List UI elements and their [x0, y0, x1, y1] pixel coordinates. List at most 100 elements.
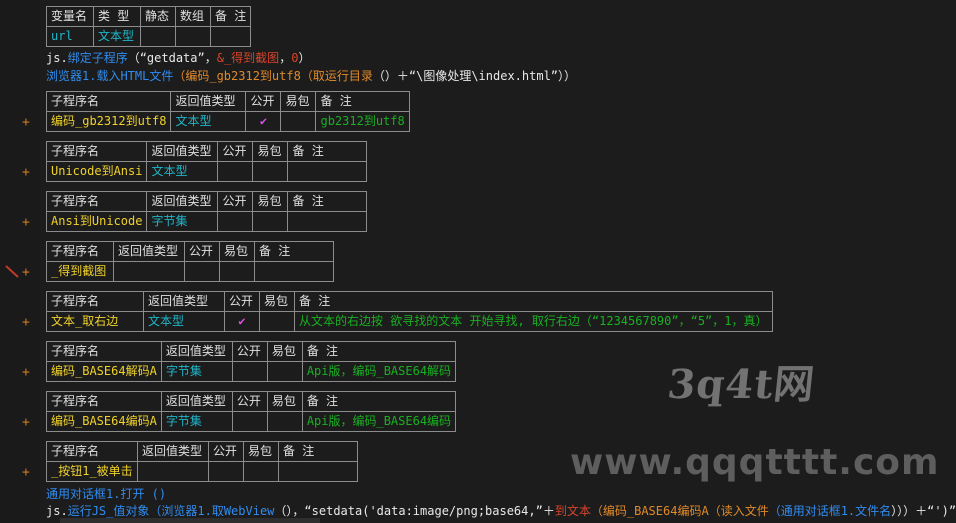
subroutine-row[interactable]: 文本_取右边 文本型 ✔ 从文本的右边按 欲寻找的文本 开始寻找, 取行右边（“123…: [46, 311, 773, 332]
col-sub-name: 子程序名: [46, 241, 114, 262]
sub-type-cell[interactable]: 文本型: [143, 311, 225, 332]
subroutine-row[interactable]: Ansi到Unicode 字节集: [45, 211, 368, 232]
subroutine-row[interactable]: 编码_BASE64解码A 字节集 Api版，编码_BASE64解码: [46, 361, 457, 382]
code-token: （编码_BASE64编码A: [590, 504, 709, 518]
sub-type-cell[interactable]: 文本型: [170, 111, 247, 132]
col-easy-pkg: 易包: [280, 91, 317, 112]
sub-type-cell[interactable]: 字节集: [160, 411, 233, 432]
col-public: 公开: [217, 191, 254, 212]
sub-type-cell[interactable]: [137, 461, 209, 482]
var-note-cell[interactable]: [209, 26, 252, 47]
expand-plus-icon[interactable]: +: [22, 316, 30, 330]
col-var-static: 静态: [140, 6, 176, 27]
sub-note-cell[interactable]: Api版，编码_BASE64编码: [301, 411, 457, 432]
sub-type-cell[interactable]: [113, 261, 185, 282]
code-line-run-js[interactable]: js.运行JS_值对象（浏览器1.取WebView（），“setdata('da…: [46, 503, 956, 519]
sub-name-cell[interactable]: _得到截图: [46, 261, 114, 282]
subroutine-table: 子程序名 返回值类型 公开 易包备 注编码_BASE64解码A 字节集 Api版，编码_B…: [46, 341, 457, 382]
sub-name-cell[interactable]: Ansi到Unicode: [45, 211, 148, 232]
sub-name-cell[interactable]: _按钮1_被单击: [46, 461, 138, 482]
var-static-cell[interactable]: [140, 26, 176, 47]
subroutine-row[interactable]: 编码_BASE64编码A 字节集 Api版，编码_BASE64编码: [46, 411, 457, 432]
code-token: ））: [558, 69, 577, 83]
code-token: （），: [274, 504, 305, 518]
subroutine-row[interactable]: Unicode到Ansi 文本型: [45, 161, 368, 182]
col-note: 备 注: [315, 91, 410, 112]
subroutine-header: 子程序名 返回值类型 公开 易包备 注: [45, 91, 410, 112]
sub-type-cell[interactable]: 字节集: [146, 211, 219, 232]
sub-public-cell[interactable]: ✔: [224, 311, 260, 332]
var-type-cell[interactable]: 文本型: [93, 26, 141, 47]
col-return-type: 返回值类型: [146, 141, 219, 162]
sub-pkg-cell[interactable]: [266, 361, 303, 382]
sub-name-cell[interactable]: 编码_BASE64编码A: [46, 411, 162, 432]
code-line-load-html[interactable]: 浏览器1.载入HTML文件（编码_gb2312到utf8（取运行目录（）＋“\图…: [46, 68, 576, 84]
subroutine-row[interactable]: _按钮1_被单击: [46, 461, 358, 482]
sub-name-cell[interactable]: Unicode到Ansi: [45, 161, 148, 182]
col-var-type: 类 型: [93, 6, 141, 27]
subroutine-table: 子程序名 返回值类型 公开 易包备 注编码_gb2312到utf8 文本型 ✔ gb2312…: [45, 91, 410, 132]
code-token: ）））＋: [891, 504, 928, 518]
code-line-open-dialog[interactable]: 通用对话框1.打开 (): [46, 486, 166, 502]
col-return-type: 返回值类型: [146, 191, 219, 212]
sub-public-cell[interactable]: [208, 461, 244, 482]
subroutine-row[interactable]: 编码_gb2312到utf8 文本型 ✔ gb2312到utf8: [45, 111, 410, 132]
col-return-type: 返回值类型: [160, 391, 233, 412]
sub-pkg-cell[interactable]: [252, 161, 289, 182]
col-public: 公开: [184, 241, 220, 262]
var-name-cell[interactable]: url: [46, 26, 94, 47]
expand-plus-icon[interactable]: +: [22, 416, 30, 430]
col-easy-pkg: 易包: [219, 241, 255, 262]
sub-note-cell[interactable]: gb2312到utf8: [315, 111, 410, 132]
expand-plus-icon[interactable]: +: [22, 216, 30, 230]
sub-pkg-cell[interactable]: [259, 311, 295, 332]
sub-pkg-cell[interactable]: [252, 211, 289, 232]
sub-note-cell[interactable]: 从文本的右边按 欲寻找的文本 开始寻找, 取行右边（“1234567890”，“…: [294, 311, 773, 332]
sub-type-cell[interactable]: 字节集: [160, 361, 233, 382]
sub-public-cell[interactable]: [184, 261, 220, 282]
expand-plus-icon[interactable]: +: [22, 266, 30, 280]
col-public: 公开: [231, 391, 268, 412]
var-array-cell[interactable]: [175, 26, 211, 47]
expand-plus-icon[interactable]: +: [22, 116, 30, 130]
sub-type-cell[interactable]: 文本型: [146, 161, 219, 182]
expand-plus-icon[interactable]: +: [22, 466, 30, 480]
subroutine-table: 子程序名 返回值类型 公开 易包备 注 Unicode到Ansi 文本型: [45, 141, 368, 182]
sub-pkg-cell[interactable]: [266, 411, 303, 432]
subroutine-row[interactable]: _得到截图: [46, 261, 334, 282]
sub-name-cell[interactable]: 编码_gb2312到utf8: [45, 111, 172, 132]
sub-pkg-cell[interactable]: [219, 261, 255, 282]
col-var-name: 变量名: [46, 6, 94, 27]
sub-public-cell[interactable]: ✔: [245, 111, 282, 132]
col-note: 备 注: [287, 191, 368, 212]
expand-plus-icon[interactable]: +: [22, 166, 30, 180]
code-token: “')”: [927, 504, 956, 518]
code-line-bind-sub[interactable]: js.绑定子程序（“getdata”，&_得到截图，0）: [46, 50, 310, 66]
variable-row[interactable]: url 文本型: [46, 26, 252, 47]
code-token: 通用对话框1.打开 (): [46, 487, 167, 501]
variable-table: 变量名 类 型 静态 数组 备 注 url 文本型: [46, 6, 252, 47]
col-sub-name: 子程序名: [45, 191, 148, 212]
sub-pkg-cell[interactable]: [243, 461, 279, 482]
sub-note-cell[interactable]: [287, 211, 368, 232]
sub-pkg-cell[interactable]: [280, 111, 317, 132]
sub-public-cell[interactable]: [231, 361, 268, 382]
sub-note-cell[interactable]: [287, 161, 368, 182]
col-note: 备 注: [294, 291, 773, 312]
sub-note-cell[interactable]: [254, 261, 334, 282]
sub-note-cell[interactable]: [278, 461, 358, 482]
code-token: “\图像处理\index.html”: [408, 69, 559, 83]
variable-table-header: 变量名 类 型 静态 数组 备 注: [46, 6, 252, 27]
sub-public-cell[interactable]: [217, 161, 254, 182]
sub-name-cell[interactable]: 编码_BASE64解码A: [46, 361, 162, 382]
subroutine-table: 子程序名 返回值类型 公开 易包备 注 _按钮1_被单击: [46, 441, 358, 482]
sub-public-cell[interactable]: [217, 211, 254, 232]
code-token: 绑定子程序: [67, 51, 128, 65]
expand-plus-icon[interactable]: +: [22, 366, 30, 380]
sub-name-cell[interactable]: 文本_取右边: [46, 311, 144, 332]
code-token: （读入文件: [708, 504, 769, 518]
sub-public-cell[interactable]: [231, 411, 268, 432]
col-public: 公开: [245, 91, 282, 112]
sub-note-cell[interactable]: Api版，编码_BASE64解码: [301, 361, 457, 382]
col-public: 公开: [208, 441, 244, 462]
